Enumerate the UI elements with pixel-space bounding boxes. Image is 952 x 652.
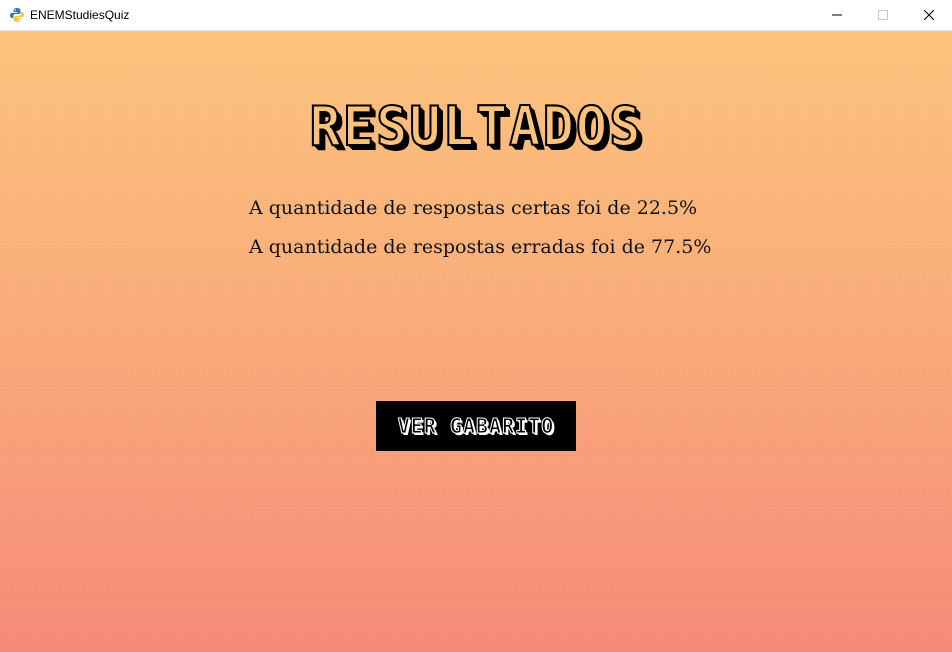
view-answer-key-button[interactable]: VER GABARITO [376, 401, 576, 451]
window-title: ENEMStudiesQuiz [30, 8, 130, 22]
minimize-icon [832, 14, 842, 16]
results-heading: RESULTADOS [308, 94, 643, 159]
results-screen: RESULTADOS A quantidade de respostas cer… [0, 31, 952, 652]
title-bar[interactable]: ENEMStudiesQuiz [0, 0, 952, 31]
close-button[interactable] [906, 0, 952, 30]
python-icon [10, 8, 24, 22]
close-icon [924, 10, 934, 20]
wrong-answers-text: A quantidade de respostas erradas foi de… [249, 236, 712, 258]
view-answer-key-label: VER GABARITO [397, 414, 555, 439]
correct-answers-text: A quantidade de respostas certas foi de … [249, 197, 698, 219]
minimize-button[interactable] [814, 0, 860, 30]
maximize-icon [878, 10, 888, 20]
app-window: ENEMStudiesQuiz RESULTADOS A quantidade … [0, 0, 952, 652]
maximize-button[interactable] [860, 0, 906, 30]
